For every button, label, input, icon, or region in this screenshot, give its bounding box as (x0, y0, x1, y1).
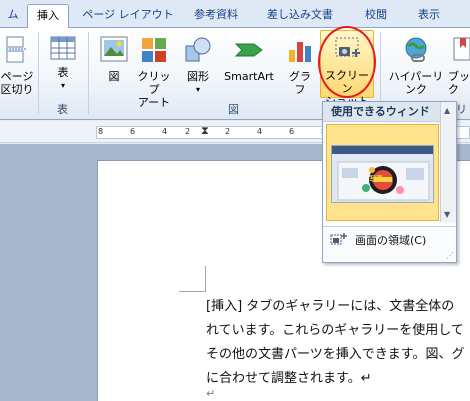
shapes-button[interactable]: 図形 ▾ (180, 36, 216, 96)
clipart-icon (134, 36, 174, 67)
margin-corner-mark (205, 266, 206, 292)
chevron-down-icon: ▾ (60, 81, 65, 90)
separator (88, 32, 89, 114)
document-line[interactable]: に合わせて調整されます。↵ (206, 367, 372, 386)
globe-link-icon (386, 36, 446, 67)
chart-icon (284, 36, 316, 67)
ruler-tick: 6 (289, 127, 295, 136)
thumbnail-title: 写真 (369, 175, 383, 183)
chart-label: グラフ (289, 70, 311, 96)
bookmark-button[interactable]: ブック (448, 36, 470, 96)
clipart-button[interactable]: クリップ アート (134, 36, 174, 109)
document-line[interactable]: [挿入] タブのギャラリーには、文書全体の (206, 295, 454, 314)
tab-page-layout[interactable]: ページ レイアウト (78, 4, 178, 28)
window-thumbnail-item[interactable]: 写真 (326, 124, 439, 221)
scroll-up-icon[interactable]: ▲ (444, 106, 450, 115)
ruler-tick: 4 (257, 127, 263, 136)
tab-references[interactable]: 参考資料 (188, 4, 244, 28)
paragraph-mark: ↵ (206, 387, 216, 400)
bookmark-icon (452, 36, 470, 67)
clipart-label-2: アート (137, 96, 171, 109)
hyperlink-label: ハイパーリンク (388, 70, 444, 96)
bookmark-label: ブック (448, 70, 470, 96)
hyperlink-button[interactable]: ハイパーリンク (386, 36, 446, 96)
table-button[interactable]: 表 ▾ (46, 36, 80, 92)
document-line[interactable]: れています。これらのギャラリーを使用して (206, 319, 464, 338)
picture-label: 図 (108, 70, 120, 83)
group-label-table: 表 (57, 103, 68, 116)
document-line[interactable]: その他の文書パーツを挿入できます。図、グ (206, 343, 464, 362)
ruler-tick: 8 (98, 127, 104, 136)
ruler-tick: 2 (185, 127, 191, 136)
chevron-down-icon: ▾ (195, 85, 200, 94)
available-windows-header: 使用できるウィンドウ (323, 102, 440, 138)
tab-insert[interactable]: 挿入 (27, 4, 69, 29)
screen-clipping-item[interactable]: 画面の領域(C) (323, 226, 456, 250)
indent-marker-icon[interactable]: ⧗ (201, 124, 209, 138)
screen-clipping-label: 画面の領域(C) (355, 234, 427, 247)
page-break-button[interactable]: ページ 区切り (0, 36, 34, 96)
table-label: 表 (57, 66, 69, 79)
tab-home[interactable]: ム (0, 4, 26, 28)
screenshot-dropdown: 使用できるウィンドウ ▲ ▼ 写真 画面の領域(C) (322, 101, 457, 263)
ruler-tick: 2 (225, 127, 231, 136)
page-break-icon (0, 36, 34, 67)
ruler-tick: 4 (162, 127, 168, 136)
group-label-illustrations: 図 (228, 103, 239, 116)
tab-mailings[interactable]: 差し込み文書 (258, 4, 342, 28)
tab-view[interactable]: 表示 (406, 4, 452, 28)
shapes-icon (180, 36, 216, 67)
table-icon (46, 36, 80, 63)
screen-clipping-icon (330, 231, 348, 250)
separator (38, 32, 39, 114)
page-break-label-1: ページ (0, 70, 34, 83)
smartart-label: SmartArt (224, 70, 274, 83)
shapes-label: 図形 (187, 70, 209, 83)
margin-corner-mark (179, 291, 205, 292)
dropdown-scrollbar[interactable]: ▲ ▼ (440, 102, 456, 222)
page-break-label-2: 区切り (0, 83, 34, 96)
chart-button[interactable]: グラフ (284, 36, 316, 96)
ruler-tick: 6 (130, 127, 136, 136)
smartart-button[interactable]: SmartArt (220, 36, 278, 83)
clipart-label-1: クリップ (137, 70, 171, 96)
tab-review[interactable]: 校閲 (352, 4, 400, 28)
scroll-down-icon[interactable]: ▼ (444, 210, 450, 219)
resize-grip-icon[interactable]: ⋰ (446, 251, 454, 260)
highlight-circle (318, 26, 376, 98)
picture-icon (98, 36, 130, 67)
picture-button[interactable]: 図 (98, 36, 130, 83)
ribbon-tab-strip: ム 挿入 ページ レイアウト 参考資料 差し込み文書 校閲 表示 (0, 0, 470, 29)
smartart-icon (220, 36, 278, 67)
